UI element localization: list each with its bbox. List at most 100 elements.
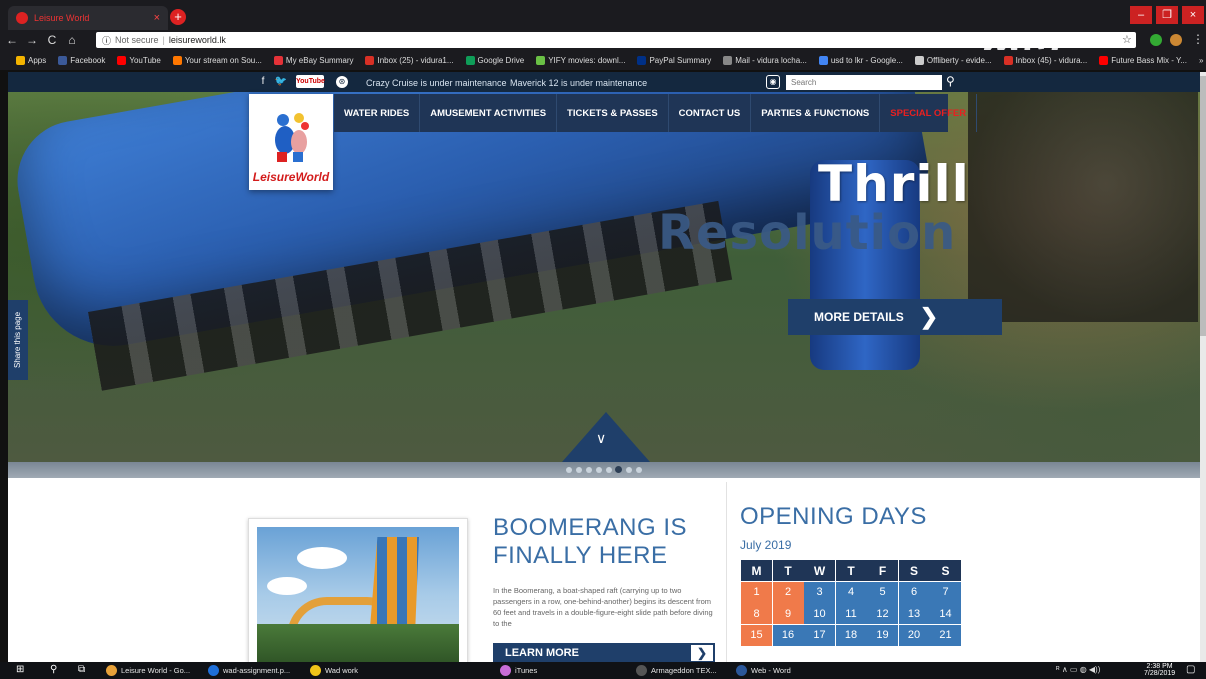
bookmark-item[interactable]: Google Drive xyxy=(465,55,524,65)
system-tray[interactable]: ᴿ ∧ ▭ ◍ ◀)) xyxy=(1056,665,1100,674)
new-tab-button[interactable]: + xyxy=(170,9,186,25)
task-view-icon[interactable]: ⧉ xyxy=(78,664,85,675)
bookmark-item[interactable]: Facebook xyxy=(58,55,105,65)
calendar-day-open[interactable]: 17 xyxy=(804,624,835,646)
calendar-day-open[interactable]: 14 xyxy=(930,603,961,624)
learn-more-button[interactable]: LEARN MORE ❯ xyxy=(493,643,715,663)
tripadvisor-icon[interactable]: ⊛ xyxy=(336,76,348,88)
feature-title: FINALLY HERE xyxy=(493,542,668,569)
notifications-icon[interactable]: ▢ xyxy=(1186,664,1195,675)
calendar-day-closed[interactable]: 8 xyxy=(741,603,772,624)
calendar-day-open[interactable]: 6 xyxy=(898,581,930,603)
calendar-day-open[interactable]: 3 xyxy=(804,581,835,603)
calendar-day-open[interactable]: 13 xyxy=(898,603,930,624)
home-icon[interactable]: ⌂ xyxy=(64,33,80,47)
taskbar-app[interactable]: Web - Word xyxy=(736,664,791,677)
browser-tab[interactable]: Leisure World × xyxy=(8,6,168,30)
youtube-icon[interactable]: YouTube xyxy=(296,75,325,88)
slider-dot[interactable] xyxy=(566,467,572,473)
menu-item[interactable]: CONTACT US xyxy=(669,94,752,132)
minimize-button[interactable]: – xyxy=(1130,6,1152,24)
bookmark-item[interactable]: Apps xyxy=(16,55,46,65)
bookmark-item[interactable]: Your stream on Sou... xyxy=(172,55,262,65)
facebook-icon[interactable]: f xyxy=(256,75,270,89)
calendar-day-open[interactable]: 18 xyxy=(835,624,867,646)
slider-dot[interactable] xyxy=(606,467,612,473)
calendar-day-open[interactable]: 12 xyxy=(867,603,898,624)
bookmark-icon xyxy=(1099,55,1109,65)
taskbar-app[interactable]: iTunes xyxy=(500,664,537,677)
bookmark-item[interactable]: YIFY movies: downl... xyxy=(536,55,625,65)
taskbar-app-label: wad-assignment.p... xyxy=(223,666,291,675)
taskbar-app-label: Leisure World - Go... xyxy=(121,666,191,675)
bookmark-item[interactable]: usd to lkr - Google... xyxy=(818,55,903,65)
bookmark-item[interactable]: Inbox (25) - vidura1... xyxy=(365,55,454,65)
bookmark-item[interactable]: Inbox (45) - vidura... xyxy=(1003,55,1087,65)
calendar-day-open[interactable]: 10 xyxy=(804,603,835,624)
calendar-day-open[interactable]: 7 xyxy=(930,581,961,603)
close-window-button[interactable]: × xyxy=(1182,6,1204,24)
taskbar-app[interactable]: Wad work xyxy=(310,664,358,677)
bookmark-item[interactable]: Offliberty - evide... xyxy=(914,55,992,65)
calendar-day-open[interactable]: 5 xyxy=(867,581,898,603)
chevron-down-icon[interactable]: ∨ xyxy=(596,430,606,447)
taskbar-clock[interactable]: 2:38 PM 7/28/2019 xyxy=(1144,663,1175,677)
info-icon[interactable]: ⓘ xyxy=(102,34,111,47)
back-icon[interactable]: ← xyxy=(4,33,20,47)
reload-icon[interactable]: C xyxy=(44,33,60,47)
search-icon[interactable]: ⚲ xyxy=(50,664,57,675)
bookmarks-more-icon[interactable]: » xyxy=(1199,56,1206,65)
bookmark-item[interactable]: My eBay Summary xyxy=(273,55,353,65)
slider-dot[interactable] xyxy=(576,467,582,473)
bookmark-item[interactable]: Future Bass Mix - Y... xyxy=(1099,55,1187,65)
bookmark-item[interactable]: YouTube xyxy=(117,55,161,65)
calendar-day-closed[interactable]: 2 xyxy=(772,581,804,603)
bookmark-item[interactable]: PayPal Summary xyxy=(637,55,711,65)
instagram-icon[interactable]: ◉ xyxy=(766,75,780,89)
slider-dot[interactable] xyxy=(596,467,602,473)
profile-avatar[interactable] xyxy=(1170,34,1182,46)
learn-more-label: LEARN MORE xyxy=(505,647,579,659)
menu-item[interactable]: SPECIAL OFFER xyxy=(880,94,978,132)
forward-icon[interactable]: → xyxy=(24,33,40,47)
calendar-day-closed[interactable]: 15 xyxy=(741,624,772,646)
slider-dot[interactable] xyxy=(626,467,632,473)
calendar-day-open[interactable]: 4 xyxy=(835,581,867,603)
calendar-day-open[interactable]: 19 xyxy=(867,624,898,646)
taskbar-app[interactable]: wad-assignment.p... xyxy=(208,664,290,677)
calendar-day-open[interactable]: 21 xyxy=(930,624,961,646)
bookmark-item[interactable]: Mail - vidura locha... xyxy=(723,55,807,65)
menu-item[interactable]: TICKETS & PASSES xyxy=(557,94,669,132)
calendar-day-open[interactable]: 11 xyxy=(835,603,867,624)
url-text[interactable]: leisureworld.lk xyxy=(169,35,226,45)
site-search-input[interactable] xyxy=(786,75,942,90)
site-logo[interactable]: LeisureWorld xyxy=(249,94,333,190)
maximize-button[interactable]: ❐ xyxy=(1156,6,1178,24)
slider-dot-active[interactable] xyxy=(615,466,622,473)
slider-dot[interactable] xyxy=(586,467,592,473)
bookmarks-bar: Apps Facebook YouTube Your stream on Sou...… xyxy=(0,50,1206,70)
menu-item[interactable]: PARTIES & FUNCTIONS xyxy=(751,94,881,132)
scrollbar-thumb[interactable] xyxy=(1200,76,1206,336)
search-icon[interactable]: ⚲ xyxy=(946,74,955,88)
hero-machinery xyxy=(968,92,1198,322)
hero-slider xyxy=(8,92,1200,462)
calendar-day-open[interactable]: 20 xyxy=(898,624,930,646)
menu-item[interactable]: WATER RIDES xyxy=(334,94,421,132)
extension-icon[interactable] xyxy=(1150,34,1162,46)
calendar-day-closed[interactable]: 9 xyxy=(772,603,804,624)
bookmark-icon xyxy=(465,55,475,65)
slider-dot[interactable] xyxy=(636,467,642,473)
taskbar-app[interactable]: Armageddon TEX... xyxy=(636,664,717,677)
calendar-day-closed[interactable]: 1 xyxy=(741,581,772,603)
calendar-day-open[interactable]: 16 xyxy=(772,624,804,646)
taskbar-app[interactable]: Leisure World - Go... xyxy=(106,664,190,677)
twitter-icon[interactable]: 🐦 xyxy=(274,75,288,89)
feature-title: BOOMERANG IS xyxy=(493,514,688,541)
tab-close-icon[interactable]: × xyxy=(154,12,160,24)
menu-item[interactable]: AMUSEMENT ACTIVITIES xyxy=(420,94,558,132)
windows-start-icon[interactable]: ⊞ xyxy=(16,664,24,675)
share-page-tab[interactable]: Share this page xyxy=(8,300,28,380)
more-details-button[interactable]: MORE DETAILS ❯ xyxy=(788,299,1002,335)
browser-menu-icon[interactable]: ⋮ xyxy=(1192,32,1204,46)
